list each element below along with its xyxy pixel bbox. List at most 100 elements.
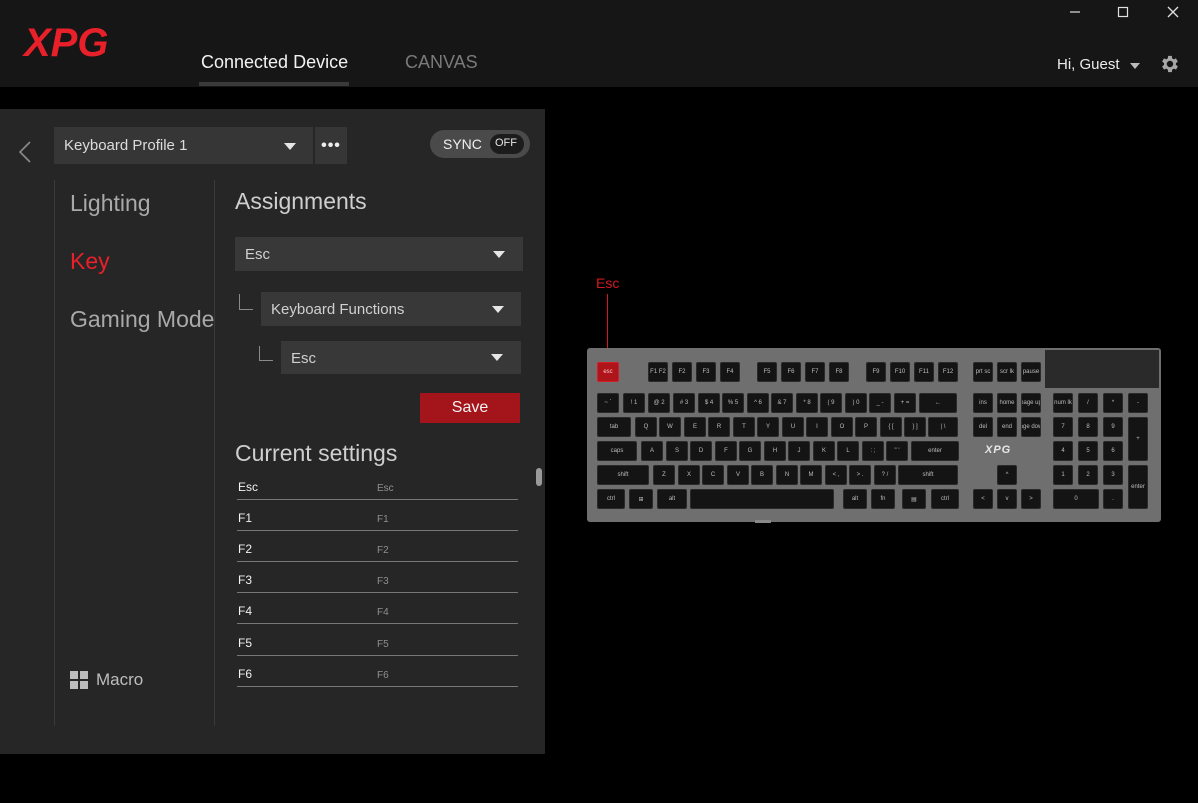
keyboard-key[interactable]: L [837,441,859,461]
keyboard-key[interactable]: ^ [997,465,1017,485]
keyboard-key[interactable]: U [782,417,804,437]
keyboard-key[interactable]: end [997,417,1017,437]
profile-select[interactable]: Keyboard Profile 1 [54,127,313,164]
key-select[interactable]: Esc [235,237,523,271]
keyboard-key[interactable]: alt [657,489,687,509]
keyboard-key[interactable]: F8 [829,362,849,382]
keyboard-key[interactable]: O [831,417,853,437]
keyboard-key[interactable]: v [997,489,1017,509]
keyboard-key[interactable]: F9 [866,362,886,382]
keyboard-key[interactable]: F12 [938,362,958,382]
save-button[interactable]: Save [420,393,520,423]
keyboard-key[interactable]: + = [894,393,916,413]
keyboard-key[interactable]: T [733,417,755,437]
keyboard-key[interactable]: ? / [874,465,896,485]
sidebar-item-gaming-mode[interactable]: Gaming Mode [70,306,214,333]
keyboard-key[interactable]: > [1021,489,1041,509]
function-select[interactable]: Esc [281,341,521,374]
keyboard-key[interactable]: ▤ [902,489,926,509]
tab-connected-device[interactable]: Connected Device [201,52,348,73]
keyboard-key[interactable]: ! 1 [623,393,645,413]
keyboard-key[interactable]: < [973,489,993,509]
keyboard-key[interactable]: tab [597,417,631,437]
keyboard-key[interactable]: E [684,417,706,437]
keyboard-key[interactable]: F11 [914,362,934,382]
keyboard-key[interactable]: caps [597,441,637,461]
keyboard-key[interactable]: prt sc [973,362,993,382]
keyboard-key[interactable]: * [1103,393,1123,413]
keyboard-key[interactable]: scr lk [997,362,1017,382]
keyboard-key[interactable]: M [800,465,822,485]
keyboard-key[interactable]: @ 2 [648,393,670,413]
keyboard-key[interactable]: | \ [928,417,958,437]
keyboard-key[interactable]: ) 0 [845,393,867,413]
keyboard-key[interactable]: alt [843,489,867,509]
keyboard-key[interactable]: 7 [1053,417,1073,437]
keyboard-key[interactable] [690,489,834,509]
keyboard-key[interactable]: enter [1128,465,1148,509]
keyboard-key[interactable]: > . [849,465,871,485]
keyboard-key[interactable]: V [727,465,749,485]
keyboard-key[interactable]: W [659,417,681,437]
keyboard-key[interactable]: 4 [1053,441,1073,461]
keyboard-key[interactable]: ~ ` [597,393,619,413]
keyboard-key[interactable]: F6 [781,362,801,382]
keyboard-key[interactable]: + [1128,417,1148,461]
sidebar-item-key[interactable]: Key [70,248,110,275]
keyboard-key[interactable]: / [1078,393,1098,413]
keyboard-key[interactable]: page down [1021,417,1041,437]
keyboard-key[interactable]: * 8 [796,393,818,413]
keyboard-key[interactable]: < , [825,465,847,485]
keyboard-key[interactable]: F2 [672,362,692,382]
keyboard-key[interactable]: : ; [862,441,884,461]
keyboard-key[interactable]: Q [635,417,657,437]
keyboard-key[interactable]: G [739,441,761,461]
maximize-icon[interactable] [1098,0,1148,24]
chevron-down-icon[interactable] [1130,63,1140,69]
keyboard-key[interactable]: D [690,441,712,461]
keyboard-key[interactable]: H [764,441,786,461]
keyboard-key[interactable]: ← [919,393,957,413]
keyboard-key[interactable]: K [813,441,835,461]
keyboard-key[interactable]: # 3 [673,393,695,413]
keyboard-key[interactable]: F [715,441,737,461]
keyboard-key[interactable]: 8 [1078,417,1098,437]
keyboard-key[interactable]: B [751,465,773,485]
back-arrow-icon[interactable] [16,140,34,164]
keyboard-key[interactable]: 6 [1103,441,1123,461]
sidebar-item-lighting[interactable]: Lighting [70,190,151,217]
keyboard-key[interactable]: " ' [886,441,908,461]
keyboard-key[interactable]: $ 4 [698,393,720,413]
close-icon[interactable] [1148,0,1198,24]
minimize-icon[interactable] [1050,0,1100,24]
keyboard-key[interactable]: ⊞ [629,489,653,509]
keyboard-key[interactable]: F1 F2 [648,362,668,382]
keyboard-key[interactable]: F10 [890,362,910,382]
keyboard-key[interactable]: ins [973,393,993,413]
keyboard-key[interactable]: 1 [1053,465,1073,485]
keyboard-key[interactable]: num lk [1053,393,1073,413]
settings-scrollbar[interactable] [536,468,542,486]
keyboard-key[interactable]: ( 9 [820,393,842,413]
keyboard-key[interactable]: - [1128,393,1148,413]
keyboard-key[interactable]: 3 [1103,465,1123,485]
keyboard-key[interactable]: % 5 [722,393,744,413]
keyboard-key[interactable]: enter [911,441,959,461]
keyboard-key[interactable]: ctrl [597,489,625,509]
sync-switch[interactable]: OFF [490,134,524,154]
keyboard-key[interactable]: F5 [757,362,777,382]
keyboard-key[interactable]: del [973,417,993,437]
keyboard-key[interactable]: F3 [696,362,716,382]
keyboard-key[interactable]: pause [1021,362,1041,382]
keyboard-key[interactable]: { [ [880,417,902,437]
keyboard-key[interactable]: A [641,441,663,461]
keyboard-key[interactable]: page up [1021,393,1041,413]
keyboard-key[interactable]: fn [871,489,895,509]
keyboard-key[interactable]: F4 [720,362,740,382]
keyboard-key[interactable]: ^ 6 [747,393,769,413]
keyboard-key[interactable]: N [776,465,798,485]
keyboard-key[interactable]: F7 [805,362,825,382]
keyboard-key[interactable]: I [806,417,828,437]
keyboard-key[interactable]: J [788,441,810,461]
keyboard-key[interactable]: 9 [1103,417,1123,437]
